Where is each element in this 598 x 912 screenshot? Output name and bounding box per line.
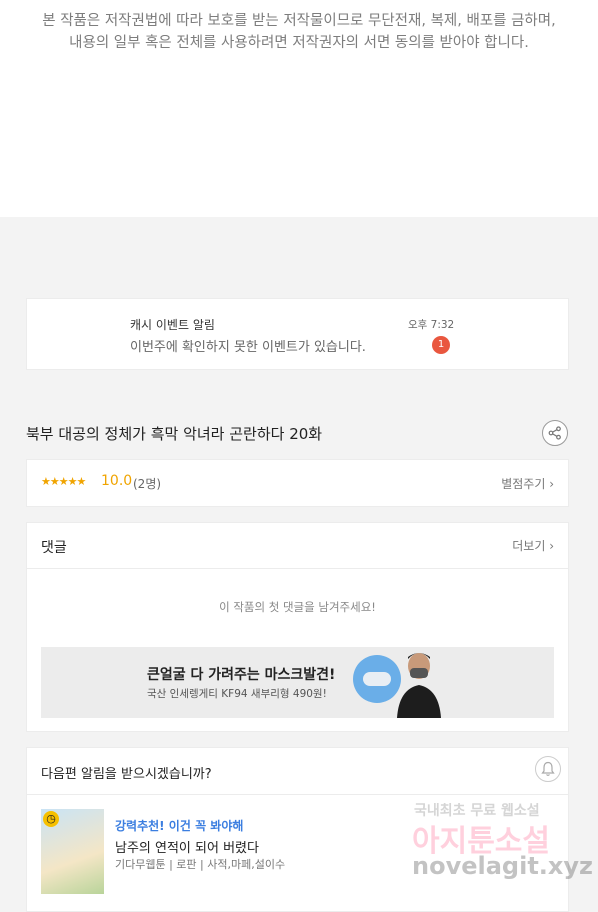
comments-more-button[interactable]: 더보기 › [512,537,554,554]
copyright-notice: 본 작품은 저작권법에 따라 보호를 받는 저작물이므로 무단전재, 복제, 배… [0,10,598,54]
rating-score: 10.0 [101,473,133,489]
recommend-thumbnail[interactable]: ◷ [41,809,104,894]
notification-title: 캐시 이벤트 알림 [130,318,215,332]
ad-subline: 국산 인세렝게티 KF94 새부리형 490원! [147,688,327,700]
clock-icon: ◷ [43,811,59,827]
comments-empty-message: 이 작품의 첫 댓글을 남겨주세요! [219,600,376,614]
notification-message: 이번주에 확인하지 못한 이벤트가 있습니다. [130,340,366,355]
notification-badge: 1 [432,336,450,354]
site-watermark: 국내최초 무료 웹소설 아지툰소설 novelagit.xyz [410,800,594,890]
copyright-line-2: 내용의 일부 혹은 전체를 사용하려면 저작권자의 서면 동의를 받아야 합니다… [69,35,529,51]
copyright-area: 본 작품은 저작권법에 따라 보호를 받는 저작물이므로 무단전재, 복제, 배… [0,0,598,217]
divider [27,568,568,569]
model-image [397,653,441,718]
copyright-line-1: 본 작품은 저작권법에 따라 보호를 받는 저작물이므로 무단전재, 복제, 배… [42,13,556,29]
notify-bell-button[interactable] [535,756,561,782]
share-button[interactable] [542,420,568,446]
divider [27,794,568,795]
recommend-tag: 강력추천! 이건 꼭 봐야해 [115,819,244,833]
ad-banner[interactable]: 큰얼굴 다 가려주는 마스크발견! 국산 인세렝게티 KF94 새부리형 490… [41,647,554,718]
notification-time: 오후 7:32 [408,319,455,331]
comments-header: 댓글 [41,540,67,556]
episode-title: 북부 대공의 정체가 흑막 악녀라 곤란하다 20화 [26,425,323,443]
rate-button[interactable]: 별점주기 › [501,475,554,492]
recommend-title[interactable]: 남주의 연적이 되어 버렸다 [115,837,259,856]
notification-card[interactable]: 캐시 이벤트 알림 이번주에 확인하지 못한 이벤트가 있습니다. 오후 7:3… [26,298,569,370]
watermark-line-3: novelagit.xyz [412,852,594,880]
rating-count: (2명) [133,477,162,491]
ad-headline: 큰얼굴 다 가려주는 마스크발견! [147,667,336,683]
rating-card: ★★★★★ 10.0 (2명) 별점주기 › [26,459,569,507]
next-episode-question: 다음편 알림을 받으시겠습니까? [41,767,212,782]
rating-stars: ★★★★★ [41,475,86,488]
comments-card: 댓글 더보기 › 이 작품의 첫 댓글을 남겨주세요! 큰얼굴 다 가려주는 마… [26,522,569,732]
recommend-meta: 기다무웹툰 | 로판 | 사적,마페,설이수 [115,858,286,871]
